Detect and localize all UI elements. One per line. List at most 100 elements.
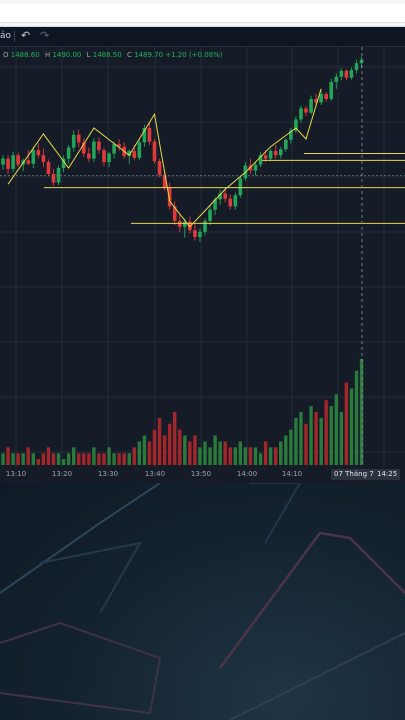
candle-body xyxy=(273,150,278,156)
volume-bar xyxy=(304,423,308,465)
volume-bar xyxy=(16,453,20,465)
volume-bar xyxy=(56,453,61,465)
volume-bar xyxy=(299,412,303,465)
toolbar-label[interactable]: ảo xyxy=(0,31,11,41)
candle-body xyxy=(198,231,202,237)
volume-bar xyxy=(339,412,344,465)
volume-bar xyxy=(122,453,126,465)
volume-bar xyxy=(72,447,76,465)
volume-bar xyxy=(359,359,364,465)
volume-bar xyxy=(117,453,121,465)
volume-bar xyxy=(284,435,288,465)
decor-line xyxy=(0,621,162,715)
background-graphic xyxy=(0,483,405,720)
decor-line xyxy=(250,483,302,544)
volume-bar xyxy=(61,459,66,465)
candle-body xyxy=(152,141,157,162)
volume-bar xyxy=(324,400,328,465)
candle-body xyxy=(334,76,339,82)
volume-bar xyxy=(11,453,15,465)
volume-bar xyxy=(268,447,273,465)
candle-body xyxy=(16,155,20,165)
volume-bar xyxy=(31,453,35,465)
volume-bar xyxy=(354,370,359,465)
volume-bar xyxy=(87,453,91,465)
ohlc-close: 1489.70 xyxy=(134,51,164,59)
volume-bar xyxy=(6,447,10,465)
price-chart[interactable]: O 1488.60 H 1490.00 L 1488.50 C 1489.70 … xyxy=(0,47,405,483)
zigzag-pattern xyxy=(7,88,322,228)
candle-body xyxy=(304,108,308,113)
toolbar-separator xyxy=(14,31,15,42)
volume-bar xyxy=(294,417,298,465)
volume-bar xyxy=(157,417,162,465)
volume-bar xyxy=(147,441,152,465)
crosshair-time-badge: 14:25 xyxy=(374,469,401,480)
x-tick: 14:00 xyxy=(236,470,258,478)
candle-body xyxy=(193,230,197,237)
volume-bar xyxy=(132,447,136,465)
volume-bar xyxy=(213,435,217,465)
address-area xyxy=(0,4,405,23)
volume-bar xyxy=(243,447,248,465)
redo-icon[interactable]: ↷ xyxy=(40,29,49,42)
volume-bar xyxy=(258,453,263,465)
volume-bar xyxy=(46,447,51,465)
volume-bar xyxy=(127,453,131,465)
volume-bar xyxy=(26,447,30,465)
candle-body xyxy=(132,150,137,158)
volume-bar xyxy=(51,453,56,465)
decor-line xyxy=(0,483,161,594)
x-tick: 13:40 xyxy=(144,470,166,478)
candle-body xyxy=(97,141,101,151)
volume-bar xyxy=(142,435,147,465)
candle-body xyxy=(354,63,359,71)
candle-body xyxy=(223,193,227,199)
candle-body xyxy=(253,164,258,171)
volume-bar xyxy=(41,453,46,465)
candle-body xyxy=(324,93,328,99)
candlestick-chart[interactable] xyxy=(0,47,405,467)
candle-body xyxy=(233,195,238,207)
volume-bar xyxy=(36,459,41,465)
volume-bar xyxy=(274,447,278,465)
volume-bar xyxy=(208,447,212,465)
volume-bar xyxy=(233,447,237,465)
ohlc-high: 1490.00 xyxy=(52,51,82,59)
chart-toolbar: ảo ↶ ↷ xyxy=(0,27,405,47)
volume-bar xyxy=(1,453,5,465)
volume-bar xyxy=(319,417,323,465)
volume-bar xyxy=(173,412,177,465)
x-tick: 14:10 xyxy=(281,470,303,478)
decorative-shapes xyxy=(0,483,405,720)
candle-body xyxy=(329,81,334,99)
candle-body xyxy=(319,93,323,103)
volume-bar xyxy=(193,435,197,465)
candle-body xyxy=(284,139,288,150)
ohlc-low: 1488.50 xyxy=(92,51,122,59)
volume-bar xyxy=(248,447,253,465)
candle-body xyxy=(92,141,96,159)
x-tick: 13:10 xyxy=(5,470,27,478)
undo-icon[interactable]: ↶ xyxy=(21,29,30,42)
ohlc-change: +1.20 (+0.08%) xyxy=(165,51,223,59)
candle-body xyxy=(299,108,303,120)
candle-body xyxy=(137,142,142,158)
candle-body xyxy=(6,158,10,169)
volume-bar xyxy=(183,435,187,465)
candle-body xyxy=(66,147,71,159)
volume-bar xyxy=(203,441,207,465)
candle-body xyxy=(263,155,268,159)
candle-body xyxy=(349,70,354,78)
volume-bar xyxy=(263,441,268,465)
browser-top-strip xyxy=(0,0,405,27)
candle-body xyxy=(26,160,31,164)
volume-bar xyxy=(21,453,25,465)
time-axis: 13:10 13:20 13:30 13:40 13:50 14:00 14:1… xyxy=(0,467,405,483)
volume-bar xyxy=(314,412,318,465)
volume-bar xyxy=(77,453,81,465)
candle-body xyxy=(36,150,41,156)
volume-bar xyxy=(107,447,111,465)
volume-bar xyxy=(309,406,313,465)
volume-bar xyxy=(97,453,101,465)
